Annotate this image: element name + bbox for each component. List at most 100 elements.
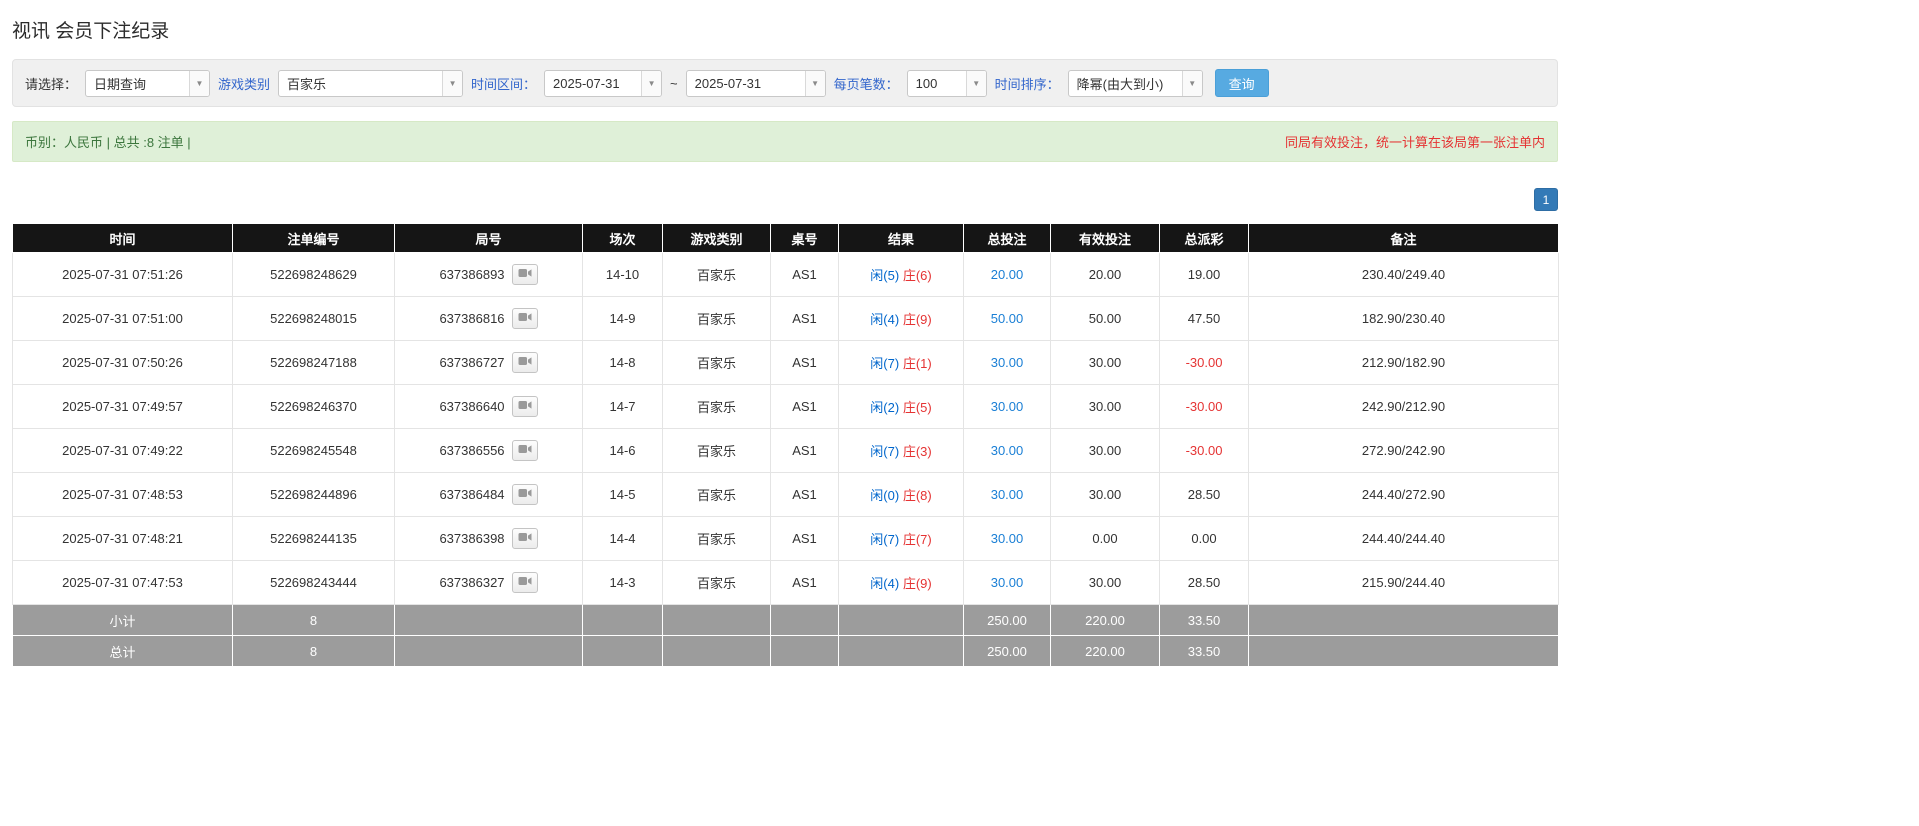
banker-result: 庄(7) <box>902 532 932 547</box>
subtotal-payout: 33.50 <box>1159 604 1249 636</box>
empty-cell <box>662 604 771 636</box>
pagination: 1 <box>12 188 1558 211</box>
payout-cell: 47.50 <box>1159 296 1249 341</box>
chevron-down-icon[interactable]: ▼ <box>189 70 210 96</box>
total-bet-cell[interactable]: 30.00 <box>963 340 1051 385</box>
empty-cell <box>582 604 663 636</box>
video-replay-icon <box>518 443 532 458</box>
round-id-wrap: 637386398 <box>439 528 538 549</box>
total-bet-cell[interactable]: 30.00 <box>963 516 1051 561</box>
empty-cell <box>394 635 583 667</box>
header-time: 时间 <box>12 223 233 253</box>
video-replay-button[interactable] <box>511 308 538 329</box>
total-bet-cell[interactable]: 30.00 <box>963 560 1051 605</box>
remark-cell: 242.90/212.90 <box>1248 384 1559 429</box>
round-id-cell: 637386727 <box>394 340 583 385</box>
video-replay-button[interactable] <box>511 528 538 549</box>
banker-result: 庄(8) <box>902 488 932 503</box>
game-type-label: 游戏类别 <box>218 76 271 92</box>
valid-bet-cell: 30.00 <box>1050 472 1160 517</box>
query-type-combo: ▼ <box>85 69 211 97</box>
table-no-cell: AS1 <box>770 252 839 297</box>
table-body: 2025-07-31 07:51:26 522698248629 637386893… <box>12 252 1559 605</box>
remark-cell: 215.90/244.40 <box>1248 560 1559 605</box>
chevron-down-icon[interactable]: ▼ <box>641 70 662 96</box>
total-bet-cell[interactable]: 30.00 <box>963 472 1051 517</box>
video-replay-icon <box>518 399 532 414</box>
game-type-cell: 百家乐 <box>662 560 771 605</box>
video-replay-button[interactable] <box>511 264 538 285</box>
video-replay-button[interactable] <box>511 484 538 505</box>
total-bet-cell[interactable]: 30.00 <box>963 384 1051 429</box>
total-bet-cell[interactable]: 50.00 <box>963 296 1051 341</box>
table-no-cell: AS1 <box>770 472 839 517</box>
time-sort-label: 时间排序： <box>994 76 1060 92</box>
round-id-cell: 637386893 <box>394 252 583 297</box>
empty-cell <box>394 604 583 636</box>
player-result: 闲(7) <box>870 356 900 371</box>
video-replay-icon <box>518 575 532 590</box>
chevron-down-icon[interactable]: ▼ <box>442 70 463 96</box>
date-to-input[interactable] <box>686 70 805 96</box>
round-id-cell: 637386556 <box>394 428 583 473</box>
total-payout: 33.50 <box>1159 635 1249 667</box>
video-replay-button[interactable] <box>511 396 538 417</box>
empty-cell <box>838 635 964 667</box>
player-result: 闲(4) <box>870 312 900 327</box>
remark-cell: 182.90/230.40 <box>1248 296 1559 341</box>
video-replay-button[interactable] <box>511 572 538 593</box>
table-row: 2025-07-31 07:47:53 522698243444 637386327… <box>12 560 1559 605</box>
page-button-1[interactable]: 1 <box>1534 188 1558 211</box>
video-replay-button[interactable] <box>511 440 538 461</box>
payout-cell: 19.00 <box>1159 252 1249 297</box>
valid-bet-notice: 同局有效投注，统一计算在该局第一张注单内 <box>1284 135 1545 150</box>
result-cell: 闲(0) 庄(8) <box>838 472 964 517</box>
session-cell: 14-5 <box>582 472 663 517</box>
video-replay-button[interactable] <box>511 352 538 373</box>
page-size-combo: ▼ <box>906 69 987 97</box>
table-header: 时间 注单编号 局号 场次 游戏类别 桌号 结果 总投注 有效投注 总派彩 备注 <box>12 223 1559 253</box>
round-id-wrap: 637386727 <box>439 352 538 373</box>
table-row: 2025-07-31 07:48:53 522698244896 637386484… <box>12 472 1559 517</box>
table-row: 2025-07-31 07:49:57 522698246370 637386640… <box>12 384 1559 429</box>
total-label: 总计 <box>12 635 233 667</box>
time-cell: 2025-07-31 07:47:53 <box>12 560 233 605</box>
round-id-wrap: 637386556 <box>439 440 538 461</box>
chevron-down-icon[interactable]: ▼ <box>965 70 986 96</box>
chevron-down-icon[interactable]: ▼ <box>1181 70 1202 96</box>
page-size-input[interactable] <box>907 70 966 96</box>
time-sort-combo: ▼ <box>1067 69 1203 97</box>
empty-cell <box>1248 635 1559 667</box>
bet-id-cell: 522698244135 <box>232 516 395 561</box>
video-replay-icon <box>518 355 532 370</box>
table-row: 2025-07-31 07:48:21 522698244135 637386398… <box>12 516 1559 561</box>
bet-id-cell: 522698246370 <box>232 384 395 429</box>
header-remark: 备注 <box>1248 223 1559 253</box>
video-replay-icon <box>518 311 532 326</box>
total-bet-cell[interactable]: 20.00 <box>963 252 1051 297</box>
header-bet-id: 注单编号 <box>232 223 395 253</box>
total-total-bet: 250.00 <box>963 635 1051 667</box>
session-cell: 14-4 <box>582 516 663 561</box>
payout-cell: 28.50 <box>1159 560 1249 605</box>
bet-id-cell: 522698247188 <box>232 340 395 385</box>
result-cell: 闲(4) 庄(9) <box>838 296 964 341</box>
round-number: 637386893 <box>439 267 505 282</box>
payout-cell: -30.00 <box>1159 428 1249 473</box>
date-from-input[interactable] <box>545 70 642 96</box>
chevron-down-icon[interactable]: ▼ <box>804 70 825 96</box>
time-sort-input[interactable] <box>1068 70 1182 96</box>
query-type-input[interactable] <box>86 70 190 96</box>
result-cell: 闲(7) 庄(7) <box>838 516 964 561</box>
search-button[interactable]: 查询 <box>1214 69 1269 97</box>
header-total-bet: 总投注 <box>963 223 1051 253</box>
payout-cell: -30.00 <box>1159 340 1249 385</box>
header-result: 结果 <box>838 223 964 253</box>
total-bet-cell[interactable]: 30.00 <box>963 428 1051 473</box>
game-type-input[interactable] <box>279 70 443 96</box>
valid-bet-cell: 30.00 <box>1050 428 1160 473</box>
session-cell: 14-9 <box>582 296 663 341</box>
game-type-cell: 百家乐 <box>662 472 771 517</box>
round-id-cell: 637386398 <box>394 516 583 561</box>
empty-cell <box>770 635 839 667</box>
